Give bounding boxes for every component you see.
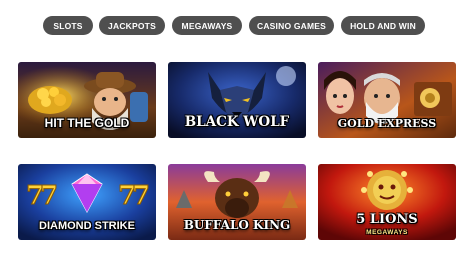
tab-hold-and-win[interactable]: HOLD AND WIN	[341, 16, 425, 35]
game-title: BLACK WOLF	[184, 114, 290, 130]
game-tile-diamond-strike[interactable]: 7 7 7 7 DIAMOND STRIKE	[18, 164, 156, 240]
tab-megaways[interactable]: MEGAWAYS	[172, 16, 242, 35]
game-title: HIT THE GOLD	[44, 116, 130, 130]
game-tile-gold-express[interactable]: GOLD EXPRESS	[318, 62, 456, 138]
category-tabs: SLOTS JACKPOTS MEGAWAYS CASINO GAMES HOL…	[0, 16, 474, 35]
tab-jackpots[interactable]: JACKPOTS	[99, 16, 165, 35]
game-tile-hit-the-gold[interactable]: HIT THE GOLD	[18, 62, 156, 138]
game-tile-black-wolf[interactable]: BLACK WOLF	[168, 62, 306, 138]
svg-text:7: 7	[132, 181, 150, 211]
tab-slots[interactable]: SLOTS	[43, 16, 93, 35]
game-tile-five-lions[interactable]: 5 LIONS MEGAWAYS	[318, 164, 456, 240]
game-title: 5 LIONS	[356, 212, 418, 227]
svg-text:7: 7	[40, 181, 58, 211]
tab-casino-games[interactable]: CASINO GAMES	[249, 16, 334, 35]
game-title: DIAMOND STRIKE	[39, 220, 135, 232]
game-subtitle: MEGAWAYS	[366, 229, 408, 236]
game-title: GOLD EXPRESS	[337, 117, 437, 130]
game-title: BUFFALO KING	[183, 218, 291, 232]
game-tile-buffalo-king[interactable]: BUFFALO KING	[168, 164, 306, 240]
